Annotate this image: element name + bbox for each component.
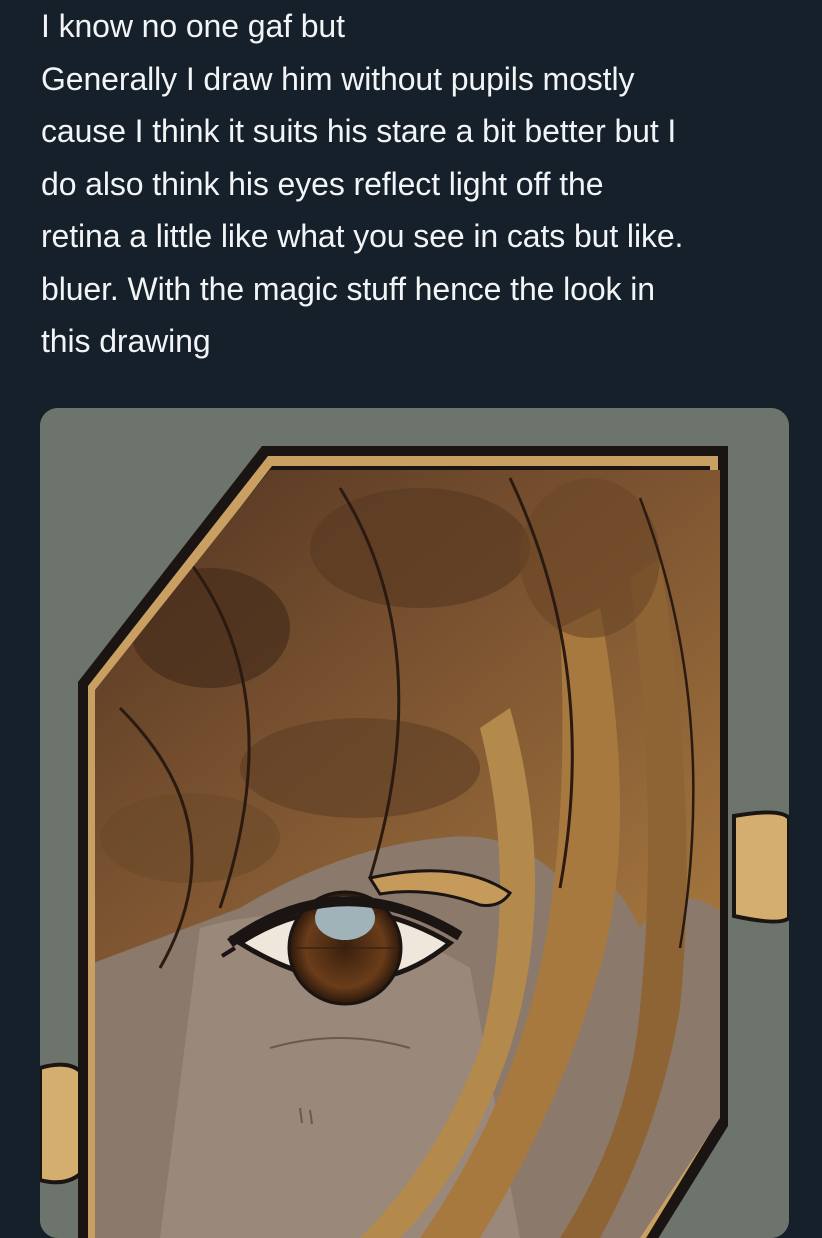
tweet-line-6: bluer. With the magic stuff hence the lo… bbox=[41, 270, 655, 307]
artwork-image bbox=[40, 408, 789, 1238]
tweet-line-5: retina a little like what you see in cat… bbox=[41, 218, 684, 254]
tweet-line-1: I know no one gaf but bbox=[41, 8, 345, 44]
tweet-line-3: cause I think it suits his stare a bit b… bbox=[41, 113, 677, 149]
tweet-line-2: Generally I draw him without pupils most… bbox=[41, 60, 635, 97]
tweet-text: I know no one gaf but Generally I draw h… bbox=[41, 0, 811, 368]
tweet-line-7: this drawing bbox=[41, 323, 211, 359]
tweet-line-4: do also think his eyes reflect light off… bbox=[41, 165, 604, 202]
right-ornament bbox=[732, 810, 789, 924]
tweet-media-image[interactable] bbox=[40, 408, 789, 1238]
